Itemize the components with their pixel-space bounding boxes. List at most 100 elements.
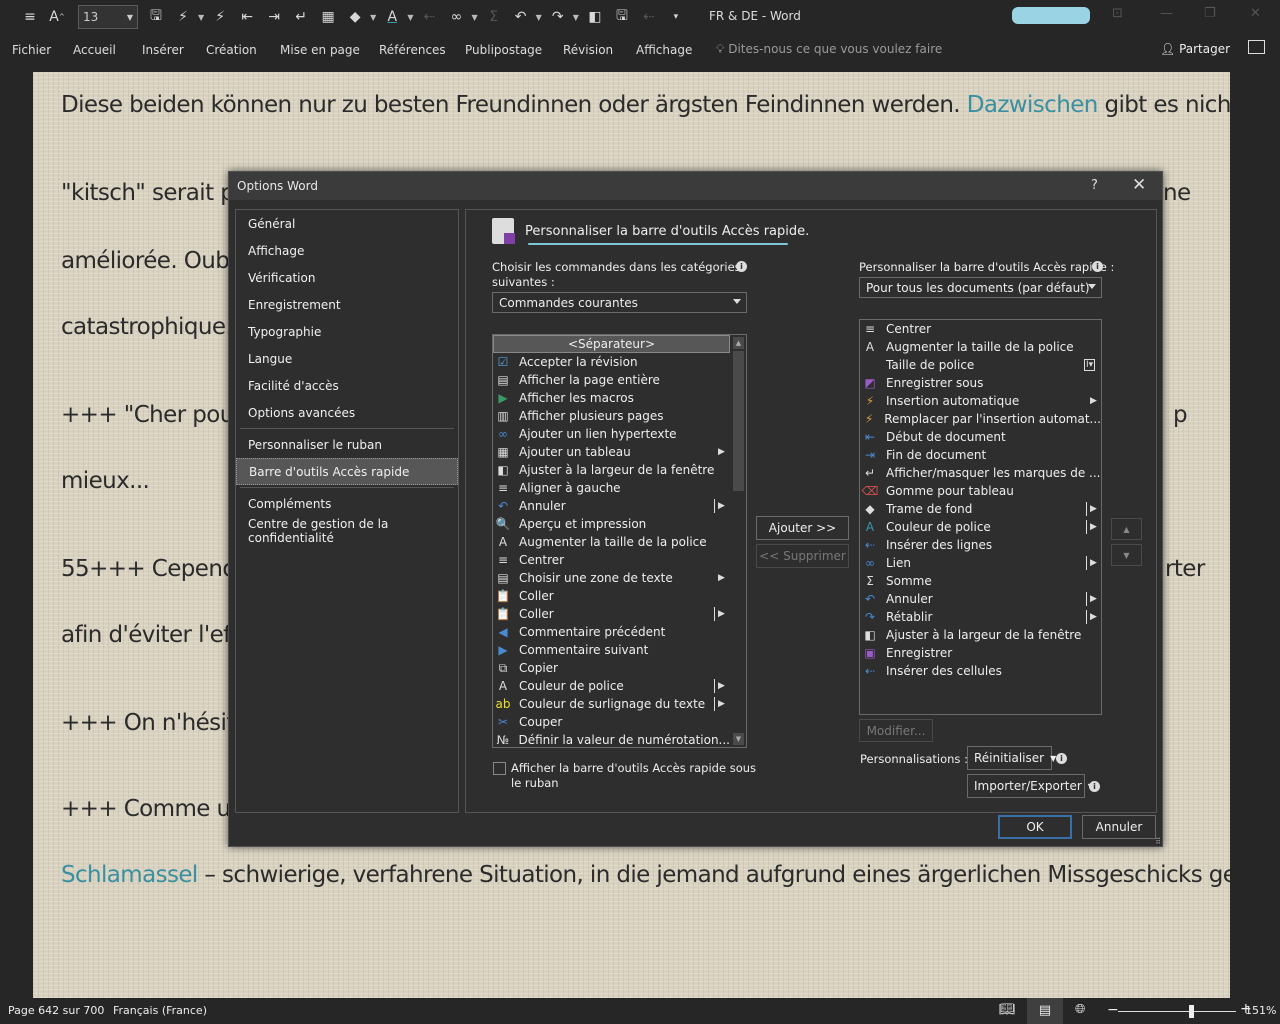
list-item[interactable]: A Couleur de police ▶ [860,518,1101,536]
zoom-slider-thumb[interactable] [1189,1005,1195,1018]
insert-rows-icon[interactable]: ⇠ [417,5,441,29]
shading-icon[interactable]: ◆ [343,5,367,29]
list-item[interactable]: ▥ Afficher plusieurs pages [493,407,730,425]
insert-cells-icon[interactable]: ⇠ [637,5,661,29]
tell-me-search[interactable]: 💡︎ Dites-nous ce que vous voulez faire [716,42,942,57]
save-icon[interactable]: 🖫 [610,5,634,29]
list-item[interactable]: ⇥ Fin de document [860,446,1101,464]
info-icon[interactable]: i [1092,261,1103,272]
customize-qat-icon[interactable]: ▾ [664,5,688,29]
list-item[interactable]: ⇤ Début de document [860,428,1101,446]
list-item[interactable]: ◩ Enregistrer sous [860,374,1101,392]
tab-publipostage[interactable]: Publipostage [465,43,556,57]
nav-item[interactable]: Barre d'outils Accès rapide [236,458,458,485]
list-item[interactable]: ↶ Annuler ▶ [860,590,1101,608]
list-item[interactable]: ▦ Ajouter un tableau ▶ [493,443,730,461]
close-window-icon[interactable]: ✕ [1250,6,1261,21]
list-item[interactable]: ab Couleur de surlignage du texte ▶ [493,695,730,713]
print-layout-icon[interactable]: ▤ [1027,998,1063,1024]
list-item[interactable]: ◆ Trame de fond ▶ [860,500,1101,518]
tab-references[interactable]: Références [379,43,460,57]
import-export-dropdown[interactable]: Importer/Exporter▼ [967,774,1094,798]
undo-icon[interactable]: ↶ [509,5,533,29]
chevron-down-icon[interactable]: ▼ [573,13,579,22]
doc-link[interactable]: Schlamassel [61,862,198,888]
comments-icon[interactable] [1248,40,1265,54]
list-item[interactable]: ☑ Accepter la révision [493,353,730,371]
modify-button[interactable]: Modifier... [859,719,933,742]
save-as-icon[interactable]: 🖫 [144,5,168,29]
replace-autotext-icon[interactable]: ⚡ [208,5,232,29]
web-layout-icon[interactable]: 🌐︎ [1075,1002,1085,1017]
align-center-icon[interactable]: ≡ [18,5,42,29]
close-dialog-button[interactable]: ✕ [1132,175,1146,195]
list-item[interactable]: ▣ Enregistrer [860,644,1101,662]
list-item[interactable]: ▶ Commentaire suivant [493,641,730,659]
commands-scrollbar[interactable]: ▲ ▼ [731,335,746,747]
table-eraser-icon[interactable]: ▦ [316,5,340,29]
list-item[interactable]: ◀ Commentaire précédent [493,623,730,641]
tab-revision[interactable]: Révision [563,43,627,57]
move-up-button[interactable]: ▲ [1111,518,1142,540]
qat-items-list[interactable]: ≡ Centrer A Augmenter la taille de la polic… [859,319,1102,715]
tab-fichier[interactable]: Fichier [12,43,65,57]
link-icon[interactable]: ∞ [444,5,468,29]
zoom-level[interactable]: 151% [1245,1004,1276,1017]
list-item[interactable]: ◧ Ajuster à la largeur de la fenêtre [860,626,1101,644]
nav-item[interactable]: Vérification [236,264,458,291]
list-item[interactable]: ▤ Afficher la page entière [493,371,730,389]
cancel-button[interactable]: Annuler [1082,815,1156,839]
list-item[interactable]: Taille de police I▾ [860,356,1101,374]
list-item[interactable]: A Couleur de police ▶ [493,677,730,695]
show-marks-icon[interactable]: ↵ [289,5,313,29]
zoom-out-button[interactable]: − [1107,1002,1119,1018]
restore-icon[interactable]: ❐ [1204,6,1216,21]
list-item[interactable]: ↷ Rétablir ▶ [860,608,1101,626]
help-button[interactable]: ? [1091,178,1098,193]
scroll-up-icon[interactable]: ▲ [733,337,744,349]
read-mode-icon[interactable]: 📖︎ [999,1002,1016,1017]
list-item[interactable]: ⚡ Remplacer par l'insertion automat... [860,410,1101,428]
list-item[interactable]: ⚡ Insertion automatique ▶ [860,392,1101,410]
list-item[interactable]: ≡ Centrer [493,551,730,569]
doc-end-icon[interactable]: ⇥ [262,5,286,29]
nav-item[interactable]: Personnaliser le ruban [236,431,458,458]
chevron-down-icon[interactable]: ▼ [198,13,204,22]
nav-item[interactable]: Langue [236,345,458,372]
account-name-redacted[interactable] [1012,7,1090,24]
nav-item[interactable]: Compléments [236,490,458,517]
commands-list[interactable]: <Séparateur> ☑ Accepter la révision ▤ Affich… [492,334,747,748]
list-item[interactable]: ⇠ Insérer des lignes [860,536,1101,554]
list-item[interactable]: ≡ Aligner à gauche [493,479,730,497]
tab-inserer[interactable]: Insérer [142,43,198,57]
info-icon[interactable]: i [1056,753,1067,764]
list-item[interactable]: ∞ Ajouter un lien hypertexte [493,425,730,443]
list-item[interactable]: ⇠ Insérer des cellules [860,662,1101,680]
resize-grip-icon[interactable]: ⠿ [1155,837,1161,846]
list-item[interactable]: Σ Somme [860,572,1101,590]
list-item[interactable]: ∞ Lien ▶ [860,554,1101,572]
scroll-down-icon[interactable]: ▼ [733,733,744,745]
ribbon-display-icon[interactable]: ⊡ [1112,6,1123,21]
nav-item[interactable]: Options avancées [236,399,458,426]
chevron-down-icon[interactable]: ▼ [536,13,542,22]
info-icon[interactable]: i [736,261,747,272]
list-item[interactable]: ✂ Couper [493,713,730,731]
list-item[interactable]: ↵ Afficher/masquer les marques de ... [860,464,1101,482]
choose-commands-dropdown[interactable]: Commandes courantes [492,292,747,313]
zoom-slider[interactable] [1118,1005,1236,1018]
customize-qat-dropdown[interactable]: Pour tous les documents (par défaut) [859,277,1102,298]
list-item[interactable]: 🔍 Aperçu et impression [493,515,730,533]
tab-accueil[interactable]: Accueil [73,43,130,57]
nav-item[interactable]: Affichage [236,237,458,264]
tab-mise-en-page[interactable]: Mise en page [280,43,374,57]
list-item[interactable]: ◧ Ajuster à la largeur de la fenêtre [493,461,730,479]
nav-item[interactable]: Enregistrement [236,291,458,318]
font-color-icon[interactable]: A [380,5,404,29]
list-item[interactable]: ⧉ Copier [493,659,730,677]
ok-button[interactable]: OK [998,815,1072,839]
language-status[interactable]: Français (France) [113,1004,207,1017]
list-item[interactable]: ↶ Annuler ▶ [493,497,730,515]
list-item[interactable]: <Séparateur> [493,335,730,353]
list-item[interactable]: 📋 Coller ▶ [493,605,730,623]
